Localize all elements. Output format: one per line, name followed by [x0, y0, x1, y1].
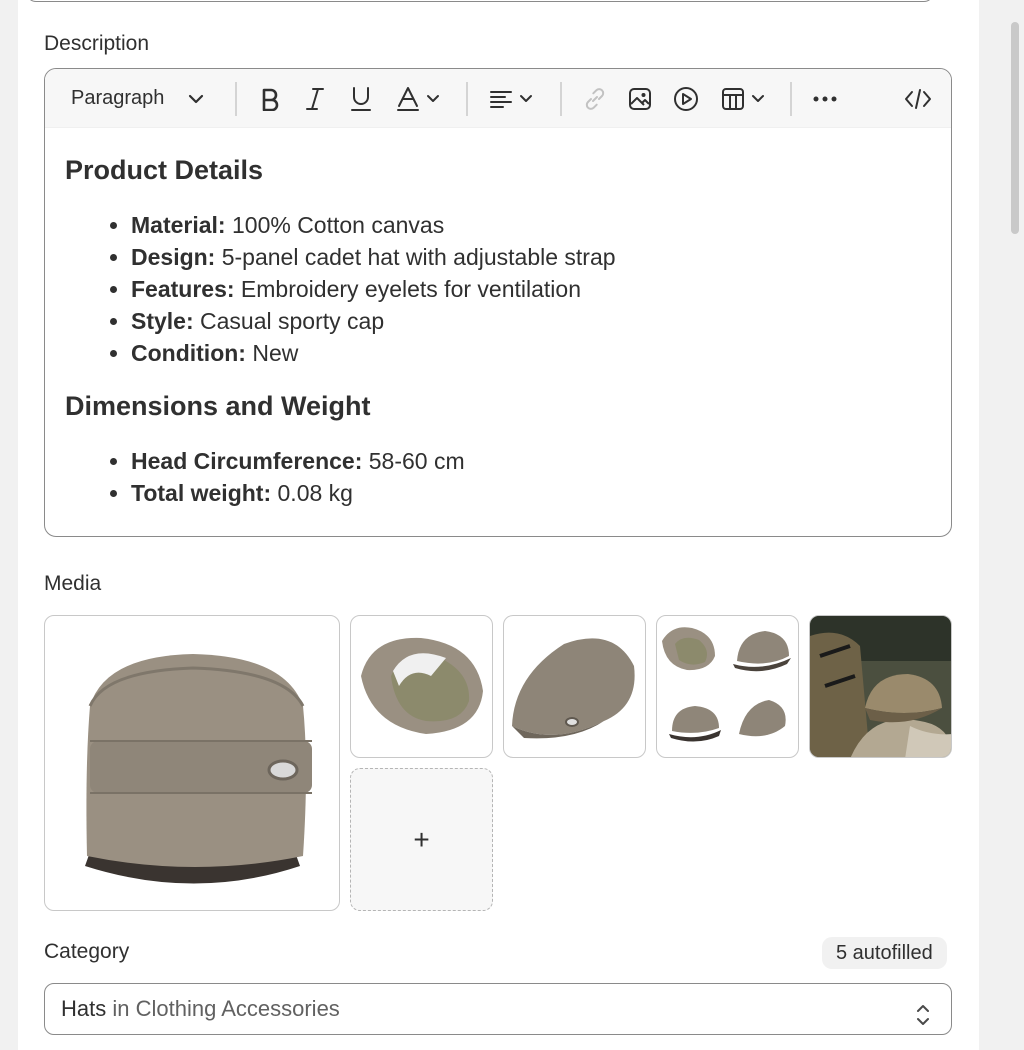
scrollbar[interactable]: [1011, 22, 1019, 234]
underline-icon: [350, 86, 372, 112]
cap-lifestyle-image: [810, 616, 951, 757]
dimensions-heading: Dimensions and Weight: [65, 391, 371, 421]
bold-button[interactable]: [255, 69, 285, 128]
editor-toolbar: Paragraph: [45, 69, 951, 128]
list-item: Total weight: 0.08 kg: [65, 477, 925, 509]
play-circle-icon: [673, 86, 699, 112]
category-label: Category: [44, 940, 130, 963]
code-icon: [904, 88, 932, 110]
cap-front-image: [85, 654, 312, 884]
insert-table-dropdown[interactable]: [717, 69, 769, 128]
category-value-secondary: in Clothing Accessories: [106, 996, 340, 1021]
text-color-icon: [396, 86, 420, 112]
category-value-primary: Hats: [61, 996, 107, 1021]
media-thumbnail-main[interactable]: [44, 615, 340, 911]
chevron-down-icon: [519, 94, 533, 103]
more-horizontal-icon: [812, 95, 838, 103]
insert-video-button[interactable]: [669, 69, 703, 128]
code-view-button[interactable]: [901, 69, 935, 128]
toolbar-divider: [790, 82, 792, 116]
category-select[interactable]: Hats in Clothing Accessories: [44, 983, 952, 1035]
toolbar-divider: [466, 82, 468, 116]
chevron-down-icon: [188, 94, 204, 104]
paragraph-format-label: Paragraph: [71, 87, 165, 109]
toolbar-divider: [235, 82, 237, 116]
link-icon: [582, 86, 608, 112]
media-thumbnail[interactable]: [656, 615, 799, 758]
product-details-list: Material: 100% Cotton canvas Design: 5-p…: [65, 209, 925, 369]
dimensions-list: Head Circumference: 58-60 cm Total weigh…: [65, 445, 925, 509]
link-button[interactable]: [578, 69, 612, 128]
media-thumbnail[interactable]: [809, 615, 952, 758]
bold-icon: [260, 87, 280, 111]
italic-icon: [305, 87, 325, 111]
cap-underside-image: [361, 637, 483, 734]
align-left-icon: [489, 89, 513, 109]
media-label: Media: [44, 572, 102, 595]
description-label: Description: [44, 32, 150, 55]
cap-multi-view-image: [662, 627, 791, 742]
product-details-heading: Product Details: [65, 155, 264, 185]
autofilled-badge: 5 autofilled: [822, 937, 947, 969]
chevron-down-icon: [751, 94, 765, 103]
image-icon: [628, 87, 652, 111]
italic-button[interactable]: [300, 69, 330, 128]
text-color-dropdown[interactable]: [393, 69, 443, 128]
list-item: Features: Embroidery eyelets for ventila…: [65, 273, 925, 305]
plus-icon: +: [413, 823, 430, 855]
select-chevron-icon: [915, 996, 931, 1046]
underline-button[interactable]: [346, 69, 376, 128]
more-options-button[interactable]: [808, 69, 842, 128]
cap-side-image: [512, 638, 635, 739]
list-item: Design: 5-panel cadet hat with adjustabl…: [65, 241, 925, 273]
paragraph-format-dropdown[interactable]: Paragraph: [71, 69, 221, 128]
insert-image-button[interactable]: [623, 69, 657, 128]
title-input[interactable]: [26, 0, 934, 2]
description-editor[interactable]: Paragraph Product Details Material: 100%…: [44, 68, 952, 537]
alignment-dropdown[interactable]: [485, 69, 537, 128]
chevron-down-icon: [426, 94, 440, 103]
list-item: Head Circumference: 58-60 cm: [65, 445, 925, 477]
list-item: Material: 100% Cotton canvas: [65, 209, 925, 241]
editor-content[interactable]: Product Details Material: 100% Cotton ca…: [65, 153, 925, 509]
toolbar-divider: [560, 82, 562, 116]
media-thumbnail[interactable]: [350, 615, 493, 758]
add-media-button[interactable]: +: [350, 768, 493, 911]
table-icon: [721, 87, 745, 111]
list-item: Style: Casual sporty cap: [65, 305, 925, 337]
list-item: Condition: New: [65, 337, 925, 369]
media-thumbnail[interactable]: [503, 615, 646, 758]
